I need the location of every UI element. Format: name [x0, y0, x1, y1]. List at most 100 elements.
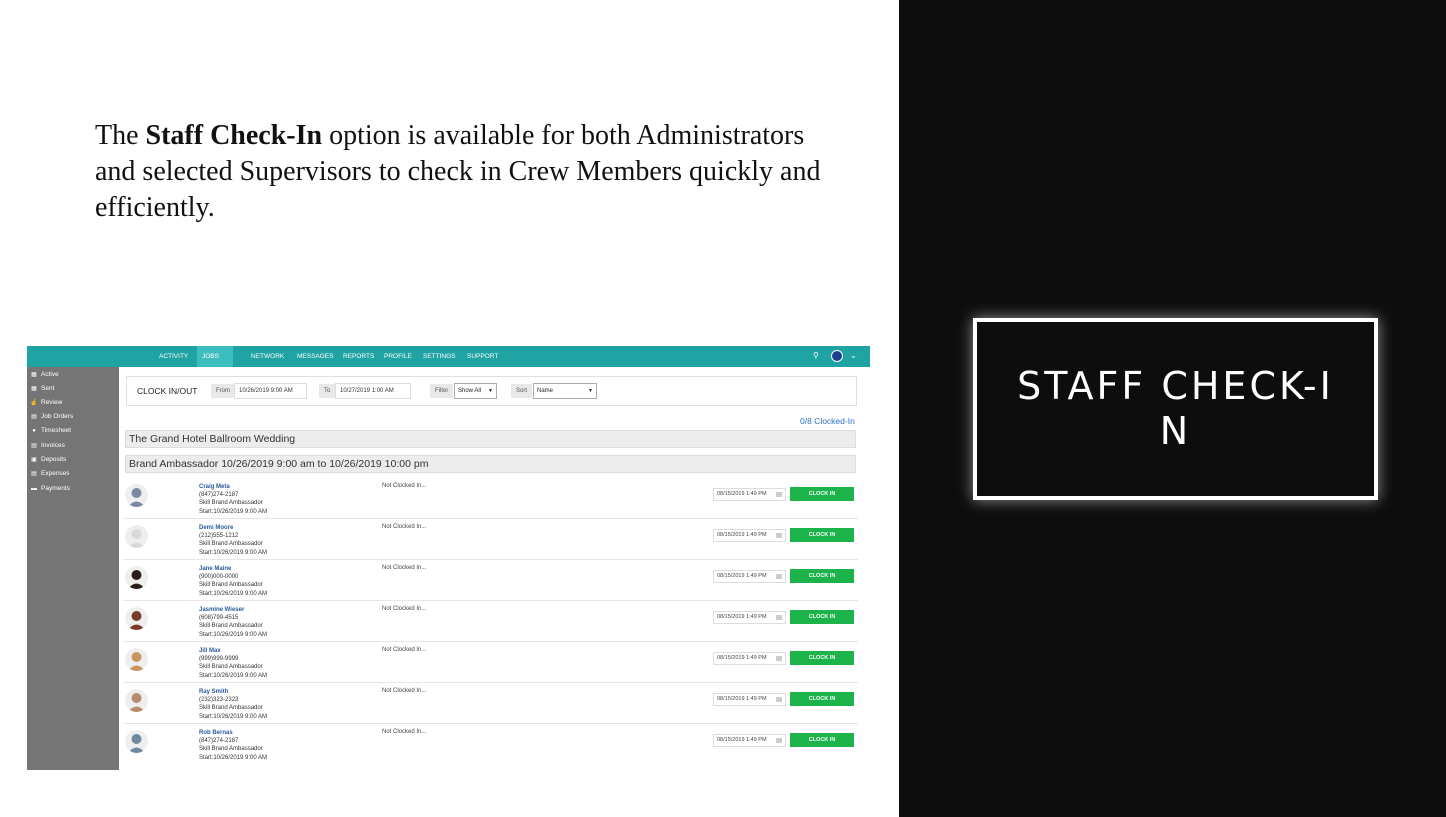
clock-status: Not Clocked In... — [382, 729, 427, 735]
calendar-icon[interactable] — [776, 615, 782, 620]
calendar-icon[interactable] — [776, 656, 782, 661]
clock-time-input[interactable]: 08/15/2019 1:49 PM — [713, 693, 786, 706]
clock-time-value: 08/15/2019 1:49 PM — [717, 573, 767, 579]
to-date-input[interactable]: 10/27/2019 1:00 AM — [335, 383, 411, 399]
dropdown-arrow-icon: ▼ — [588, 388, 593, 394]
staff-skill: Skill Brand Ambassador — [199, 541, 263, 548]
clock-time-value: 08/15/2019 1:49 PM — [717, 655, 767, 661]
from-label: From — [211, 384, 235, 398]
staff-avatar — [125, 566, 148, 589]
sidebar-item-active[interactable]: ▦ Active — [30, 369, 59, 381]
calendar-icon[interactable] — [776, 533, 782, 538]
shift-title: Brand Ambassador 10/26/2019 9:00 am to 1… — [125, 455, 856, 473]
clock-time-value: 08/15/2019 1:49 PM — [717, 696, 767, 702]
from-date-input[interactable]: 10/26/2019 9:00 AM — [234, 383, 307, 399]
nav-network[interactable]: NETWORK — [251, 346, 284, 367]
staff-info: Demi Moore (212)555-1212 Skill Brand Ambas… — [199, 524, 267, 557]
sidebar-item-review[interactable]: ☝ Review — [30, 397, 62, 409]
staff-name-link[interactable]: Craig Meta — [199, 483, 267, 491]
receipt-icon: ▤ — [31, 471, 37, 477]
user-avatar[interactable] — [831, 350, 843, 362]
staff-info: Jane Maine (900)000-0000 Skill Brand Ambas… — [199, 565, 267, 598]
staff-name-link[interactable]: Jill Max — [199, 647, 267, 655]
clock-status: Not Clocked In... — [382, 647, 427, 653]
staff-name-link[interactable]: Jasmine Wieser — [199, 606, 267, 614]
staff-phone: (847)274-2187 — [199, 492, 239, 499]
clock-in-button[interactable]: CLOCK IN — [790, 569, 854, 583]
sidebar-item-label: Job Orders — [41, 413, 74, 420]
clock-icon: ● — [32, 428, 36, 434]
money-icon: ▣ — [31, 457, 37, 463]
staff-avatar — [125, 484, 148, 507]
clock-status: Not Clocked In... — [382, 688, 427, 694]
sidebar-item-sent[interactable]: ▦ Sent — [30, 383, 54, 395]
nav-reports[interactable]: REPORTS — [343, 346, 374, 367]
sort-selected-value: Name — [537, 388, 554, 394]
staff-info: Jasmine Wieser (608)799-4515 Skill Brand A… — [199, 606, 267, 639]
clock-time-input[interactable]: 08/15/2019 1:49 PM — [713, 611, 786, 624]
clock-status: Not Clocked In... — [382, 524, 427, 530]
sidebar-item-invoices[interactable]: ▤ Invoices — [30, 440, 65, 452]
clock-in-button[interactable]: CLOCK IN — [790, 733, 854, 747]
app-screenshot: ACTIVITY JOBS NETWORK MESSAGES REPORTS P… — [27, 346, 870, 770]
staff-name-link[interactable]: Jane Maine — [199, 565, 267, 573]
staff-row: Jasmine Wieser (608)799-4515 Skill Brand A… — [123, 601, 858, 642]
sidebar-item-expenses[interactable]: ▤ Expenses — [30, 468, 69, 480]
sidebar-item-deposits[interactable]: ▣ Deposits — [30, 454, 66, 466]
staff-row: Jill Max (999)999-9999 Skill Brand Ambassa… — [123, 642, 858, 683]
staff-start: Start:10/26/2019 9:00 AM — [199, 590, 268, 597]
filter-selected-value: Show All — [458, 388, 482, 394]
sidebar-item-timesheet[interactable]: ● Timesheet — [30, 425, 71, 437]
sidebar-item-label: Timesheet — [41, 427, 72, 434]
nav-support[interactable]: SUPPORT — [467, 346, 498, 367]
nav-messages[interactable]: MESSAGES — [297, 346, 333, 367]
staff-name-link[interactable]: Demi Moore — [199, 524, 267, 532]
calendar-icon[interactable] — [776, 574, 782, 579]
search-icon[interactable]: ⚲ — [813, 351, 823, 361]
staff-skill: Skill Brand Ambassador — [199, 582, 263, 589]
dropdown-arrow-icon: ▼ — [488, 388, 493, 394]
sidebar-item-label: Invoices — [41, 442, 65, 449]
staff-start: Start:10/26/2019 9:00 AM — [199, 549, 268, 556]
staff-name-link[interactable]: Ray Smith — [199, 688, 267, 696]
sort-label: Sort — [511, 384, 533, 398]
nav-activity[interactable]: ACTIVITY — [159, 346, 188, 367]
calendar-icon[interactable] — [776, 697, 782, 702]
calendar-icon[interactable] — [776, 738, 782, 743]
clock-time-value: 08/15/2019 1:49 PM — [717, 532, 767, 538]
calendar-icon[interactable] — [776, 492, 782, 497]
event-title: The Grand Hotel Ballroom Wedding — [125, 430, 856, 448]
nav-profile[interactable]: PROFILE — [384, 346, 412, 367]
clock-in-button[interactable]: CLOCK IN — [790, 651, 854, 665]
calendar-icon: ▦ — [31, 372, 37, 378]
staff-name-link[interactable]: Rob Bernas — [199, 729, 267, 737]
clock-time-input[interactable]: 08/15/2019 1:49 PM — [713, 570, 786, 583]
clocked-in-count[interactable]: 0/8 Clocked-In — [800, 416, 855, 426]
filter-label: Filter — [430, 384, 454, 398]
staff-info: Craig Meta (847)274-2187 Skill Brand Ambas… — [199, 483, 267, 516]
staff-avatar — [125, 730, 148, 753]
chevron-down-icon[interactable]: ⌄ — [850, 350, 857, 362]
clock-in-button[interactable]: CLOCK IN — [790, 528, 854, 542]
nav-settings[interactable]: SETTINGS — [423, 346, 456, 367]
sidebar-item-payments[interactable]: ▬ Payments — [30, 483, 70, 495]
clock-in-button[interactable]: CLOCK IN — [790, 692, 854, 706]
staff-phone: (212)555-1212 — [199, 533, 239, 540]
filter-select[interactable]: Show All ▼ — [454, 383, 497, 399]
sidebar: ▦ Active ▦ Sent ☝ Review ▤ Job Orders ● Times… — [27, 367, 119, 770]
clock-time-input[interactable]: 08/15/2019 1:49 PM — [713, 652, 786, 665]
staff-phone: (608)799-4515 — [199, 615, 239, 622]
sort-select[interactable]: Name ▼ — [533, 383, 597, 399]
clock-time-input[interactable]: 08/15/2019 1:49 PM — [713, 529, 786, 542]
clock-in-button[interactable]: CLOCK IN — [790, 487, 854, 501]
grid-icon: ▤ — [31, 414, 37, 420]
clock-in-button[interactable]: CLOCK IN — [790, 610, 854, 624]
clock-time-input[interactable]: 08/15/2019 1:49 PM — [713, 488, 786, 501]
staff-avatar — [125, 648, 148, 671]
staff-skill: Skill Brand Ambassador — [199, 500, 263, 507]
sidebar-item-label: Payments — [41, 485, 70, 492]
nav-jobs[interactable]: JOBS — [197, 346, 233, 367]
clock-time-input[interactable]: 08/15/2019 1:49 PM — [713, 734, 786, 747]
sidebar-item-job-orders[interactable]: ▤ Job Orders — [30, 411, 73, 423]
staff-skill: Skill Brand Ambassador — [199, 623, 263, 630]
